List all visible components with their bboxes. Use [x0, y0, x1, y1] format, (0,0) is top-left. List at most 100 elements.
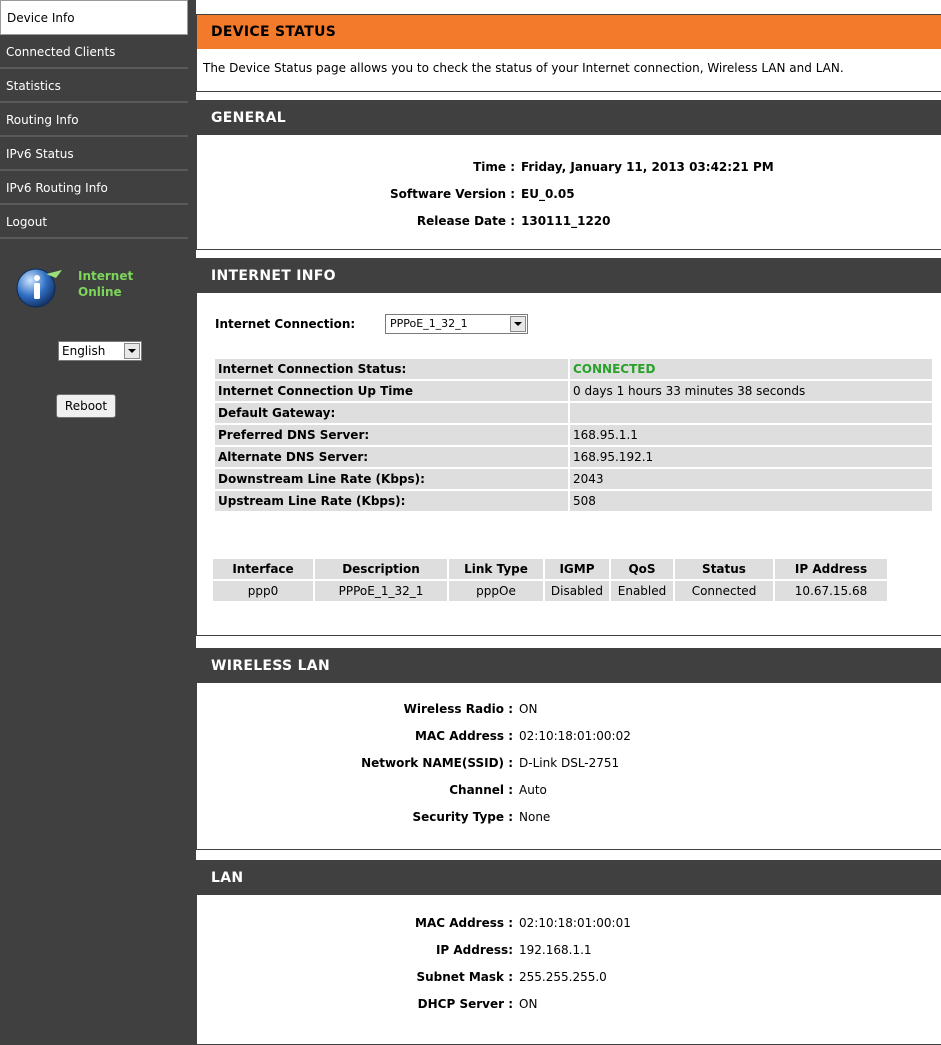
- main-content: DEVICE STATUS The Device Status page all…: [196, 0, 941, 1045]
- language-value: English: [62, 344, 106, 358]
- column-header: Status: [675, 559, 773, 579]
- sidebar-item-routing-info[interactable]: Routing Info: [0, 103, 188, 137]
- alternate-dns-label: Alternate DNS Server:: [215, 447, 568, 467]
- time-value: Friday, January 11, 2013 03:42:21 PM: [521, 160, 774, 174]
- sidebar-item-statistics[interactable]: Statistics: [0, 69, 188, 103]
- lan-mac-row: MAC Address : 02:10:18:01:00:01: [197, 911, 631, 935]
- dhcp-server-row: DHCP Server : ON: [197, 992, 538, 1016]
- lan-mac-label: MAC Address :: [415, 916, 513, 930]
- sidebar-item-ipv6-status[interactable]: IPv6 Status: [0, 137, 188, 171]
- ssid-label: Network NAME(SSID) :: [361, 756, 513, 770]
- table-row: Default Gateway:: [215, 403, 932, 423]
- table-row: Preferred DNS Server: 168.95.1.1: [215, 425, 932, 445]
- upstream-rate-label: Upstream Line Rate (Kbps):: [215, 491, 568, 511]
- internet-connection-select[interactable]: PPPoE_1_32_1: [385, 314, 528, 334]
- table-cell: 10.67.15.68: [775, 581, 887, 601]
- lan-ip-row: IP Address: 192.168.1.1: [197, 938, 592, 962]
- connection-status-table: Internet Connection Status: CONNECTED In…: [213, 357, 934, 513]
- chevron-down-icon[interactable]: [510, 316, 526, 332]
- lan-title: LAN: [197, 861, 941, 895]
- column-header: IP Address: [775, 559, 887, 579]
- wireless-radio-value: ON: [519, 702, 538, 716]
- lan-ip-value: 192.168.1.1: [519, 943, 592, 957]
- column-header: Interface: [213, 559, 313, 579]
- downstream-rate-value: 2043: [570, 469, 932, 489]
- wireless-lan-section: WIRELESS LAN Wireless Radio : ON MAC Addr…: [196, 648, 941, 850]
- downstream-rate-label: Downstream Line Rate (Kbps):: [215, 469, 568, 489]
- gateway-label: Default Gateway:: [215, 403, 568, 423]
- table-cell: Connected: [675, 581, 773, 601]
- channel-label: Channel :: [449, 783, 513, 797]
- dhcp-server-value: ON: [519, 997, 538, 1011]
- status-label: Internet Connection Status:: [215, 359, 568, 379]
- alternate-dns-value: 168.95.192.1: [570, 447, 932, 467]
- general-section: GENERAL Time : Friday, January 11, 2013 0…: [196, 100, 941, 250]
- release-date-label: Release Date :: [416, 214, 515, 228]
- preferred-dns-label: Preferred DNS Server:: [215, 425, 568, 445]
- sidebar-item-ipv6-routing-info[interactable]: IPv6 Routing Info: [0, 171, 188, 205]
- release-date-row: Release Date : 130111_1220: [197, 209, 611, 233]
- wireless-mac-value: 02:10:18:01:00:02: [519, 729, 631, 743]
- ssid-value: D-Link DSL-2751: [519, 756, 620, 770]
- subnet-mask-label: Subnet Mask :: [416, 970, 513, 984]
- device-status-title: DEVICE STATUS: [197, 15, 941, 49]
- status-line-2: Online: [78, 285, 122, 299]
- status-value: CONNECTED: [570, 359, 932, 379]
- sidebar-item-device-info[interactable]: Device Info: [0, 0, 188, 35]
- general-title: GENERAL: [197, 101, 941, 135]
- gateway-value: [570, 403, 932, 423]
- internet-status: Internet Online: [12, 264, 182, 308]
- ssid-row: Network NAME(SSID) : D-Link DSL-2751: [197, 751, 619, 775]
- internet-status-text: Internet Online: [78, 268, 133, 300]
- software-version-label: Software Version :: [390, 187, 515, 201]
- table-header-row: Interface Description Link Type IGMP QoS…: [213, 559, 887, 579]
- software-version-row: Software Version : EU_0.05: [197, 182, 575, 206]
- dhcp-server-label: DHCP Server :: [417, 997, 513, 1011]
- table-row: Downstream Line Rate (Kbps): 2043: [215, 469, 932, 489]
- preferred-dns-value: 168.95.1.1: [570, 425, 932, 445]
- table-cell: Enabled: [611, 581, 673, 601]
- reboot-button[interactable]: Reboot: [56, 394, 116, 418]
- table-cell: ppp0: [213, 581, 313, 601]
- interface-table: Interface Description Link Type IGMP QoS…: [211, 557, 889, 603]
- sidebar-item-connected-clients[interactable]: Connected Clients: [0, 35, 188, 69]
- internet-connection-label: Internet Connection:: [215, 317, 356, 331]
- software-version-value: EU_0.05: [521, 187, 575, 201]
- table-cell: Disabled: [545, 581, 609, 601]
- device-status-section: DEVICE STATUS The Device Status page all…: [196, 14, 941, 92]
- status-line-1: Internet: [78, 269, 134, 283]
- uptime-value: 0 days 1 hours 33 minutes 38 seconds: [570, 381, 932, 401]
- channel-row: Channel : Auto: [197, 778, 547, 802]
- channel-value: Auto: [519, 783, 547, 797]
- lan-section: LAN MAC Address : 02:10:18:01:00:01 IP Ad…: [196, 860, 941, 1045]
- column-header: Description: [315, 559, 447, 579]
- table-row: ppp0 PPPoE_1_32_1 pppOe Disabled Enabled…: [213, 581, 887, 601]
- wireless-radio-label: Wireless Radio :: [403, 702, 513, 716]
- wireless-radio-row: Wireless Radio : ON: [197, 697, 538, 721]
- table-cell: PPPoE_1_32_1: [315, 581, 447, 601]
- column-header: Link Type: [449, 559, 543, 579]
- sidebar: Device Info Connected Clients Statistics…: [0, 0, 188, 1033]
- table-row: Upstream Line Rate (Kbps): 508: [215, 491, 932, 511]
- language-select[interactable]: English: [58, 341, 142, 361]
- internet-info-title: INTERNET INFO: [197, 259, 941, 293]
- internet-info-section: INTERNET INFO Internet Connection: PPPoE…: [196, 258, 941, 636]
- wireless-mac-label: MAC Address :: [415, 729, 513, 743]
- column-header: QoS: [611, 559, 673, 579]
- table-row: Internet Connection Status: CONNECTED: [215, 359, 932, 379]
- subnet-mask-row: Subnet Mask : 255.255.255.0: [197, 965, 607, 989]
- subnet-mask-value: 255.255.255.0: [519, 970, 607, 984]
- security-type-row: Security Type : None: [197, 805, 551, 829]
- chevron-down-icon[interactable]: [124, 343, 140, 359]
- lan-ip-label: IP Address:: [435, 943, 513, 957]
- upstream-rate-value: 508: [570, 491, 932, 511]
- security-type-value: None: [519, 810, 551, 824]
- lan-mac-value: 02:10:18:01:00:01: [519, 916, 631, 930]
- security-type-label: Security Type :: [412, 810, 514, 824]
- info-icon: [16, 268, 62, 308]
- table-cell: pppOe: [449, 581, 543, 601]
- internet-connection-value: PPPoE_1_32_1: [390, 317, 468, 330]
- table-row: Alternate DNS Server: 168.95.192.1: [215, 447, 932, 467]
- sidebar-item-logout[interactable]: Logout: [0, 205, 188, 239]
- time-row: Time : Friday, January 11, 2013 03:42:21 …: [197, 155, 774, 179]
